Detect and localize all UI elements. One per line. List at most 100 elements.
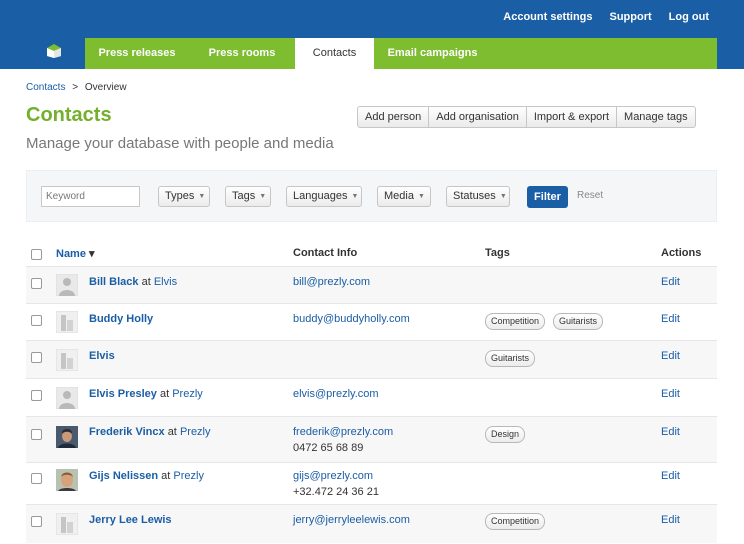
contact-name: Bill Black at Elvis [89,276,177,288]
email-link[interactable]: bill@prezly.com [293,276,370,288]
edit-link[interactable]: Edit [661,470,680,482]
contact-info: jerry@jerryleelewis.com [293,512,410,528]
add-person-button[interactable]: Add person [357,106,430,128]
table-row: Gijs Nelissen at Prezly gijs@prezly.com +… [26,462,717,505]
at-label: at [167,426,177,438]
contact-info: buddy@buddyholly.com [293,311,410,327]
breadcrumb-current: Overview [84,82,127,93]
reset-link[interactable]: Reset [577,190,603,201]
tags-dropdown[interactable]: Tags ▼ [225,186,271,207]
tag-list: Design [485,426,526,443]
organisation-link[interactable]: Prezly [173,470,204,482]
contact-info: frederik@prezly.com 0472 65 68 89 [293,424,393,456]
tag-badge[interactable]: Competition [485,513,546,530]
table-row: Elvis Presley at Prezly elvis@prezly.com… [26,378,717,417]
organisation-avatar-icon [56,349,78,371]
person-avatar-icon [56,387,78,409]
contact-name: Jerry Lee Lewis [89,514,172,526]
email-link[interactable]: buddy@buddyholly.com [293,313,410,325]
edit-link[interactable]: Edit [661,388,680,400]
add-organisation-button[interactable]: Add organisation [428,106,527,128]
prezly-logo-icon[interactable] [47,44,61,58]
tab-contacts[interactable]: Contacts [295,38,374,69]
tag-badge[interactable]: Guitarists [485,350,536,367]
row-checkbox[interactable] [31,315,42,326]
email-link[interactable]: gijs@prezly.com [293,468,379,484]
logout-link[interactable]: Log out [669,11,709,23]
manage-tags-button[interactable]: Manage tags [616,106,696,128]
support-link[interactable]: Support [610,11,652,23]
media-dropdown[interactable]: Media ▼ [377,186,431,207]
edit-link[interactable]: Edit [661,313,680,325]
row-checkbox[interactable] [31,278,42,289]
chevron-down-icon: ▼ [417,193,425,200]
types-dropdown[interactable]: Types ▼ [158,186,210,207]
contact-name-link[interactable]: Jerry Lee Lewis [89,514,172,526]
contact-info: elvis@prezly.com [293,386,379,402]
breadcrumb-contacts-link[interactable]: Contacts [26,82,65,93]
tag-badge[interactable]: Competition [485,313,546,330]
contact-name: Elvis Presley at Prezly [89,388,203,400]
person-avatar-icon [56,274,78,296]
tab-email-campaigns[interactable]: Email campaigns [374,38,491,69]
contact-name-link[interactable]: Gijs Nelissen [89,470,158,482]
contact-name: Frederik Vincx at Prezly [89,426,211,438]
edit-link[interactable]: Edit [661,514,680,526]
languages-dropdown[interactable]: Languages ▼ [286,186,362,207]
breadcrumb: Contacts > Overview [26,82,127,93]
at-label: at [141,276,151,288]
row-checkbox[interactable] [31,390,42,401]
at-label: at [161,470,171,482]
top-navigation-bar: Account settings Support Log out Press r… [0,0,744,69]
table-row: Buddy Holly buddy@buddyholly.com Competi… [26,303,717,341]
contact-name-link[interactable]: Elvis [89,350,115,362]
contact-name-link[interactable]: Elvis Presley [89,388,157,400]
row-checkbox[interactable] [31,352,42,363]
import-export-button[interactable]: Import & export [525,106,618,128]
chevron-down-icon: ▼ [351,193,359,200]
table-row: Bill Black at Elvis bill@prezly.com Edit [26,266,717,304]
contact-name-link[interactable]: Bill Black [89,276,139,288]
profile-photo [56,469,78,491]
row-checkbox[interactable] [31,473,42,484]
table-row: Elvis Guitarists Edit [26,340,717,379]
organisation-link[interactable]: Prezly [172,388,203,400]
chevron-down-icon: ▼ [259,193,267,200]
organisation-link[interactable]: Prezly [180,426,211,438]
tag-list: Guitarists [485,350,536,367]
keyword-search-input[interactable] [41,186,140,207]
languages-dropdown-label: Languages [293,190,348,202]
edit-link[interactable]: Edit [661,276,680,288]
contact-info-column-header: Contact Info [293,247,358,259]
edit-link[interactable]: Edit [661,350,680,362]
breadcrumb-separator: > [72,82,79,93]
phone-number: +32.472 24 36 21 [293,486,379,498]
edit-link[interactable]: Edit [661,426,680,438]
row-checkbox[interactable] [31,516,42,527]
email-link[interactable]: jerry@jerryleelewis.com [293,514,410,526]
account-links: Account settings Support Log out [503,11,709,23]
contact-name-link[interactable]: Frederik Vincx [89,426,165,438]
filter-button[interactable]: Filter [527,186,568,208]
contact-name: Elvis [89,350,115,362]
organisation-link[interactable]: Elvis [154,276,177,288]
contact-name-link[interactable]: Buddy Holly [89,313,153,325]
tab-press-rooms[interactable]: Press rooms [189,38,295,69]
filter-bar: Types▼ Tags▼ Languages▼ Media▼ Statuses▼… [26,170,717,222]
chevron-down-icon: ▼ [198,193,206,200]
actions-column-header: Actions [661,247,702,259]
select-all-checkbox[interactable] [31,249,42,260]
statuses-dropdown[interactable]: Statuses ▼ [446,186,510,207]
account-settings-link[interactable]: Account settings [503,11,592,23]
table-header: Name ▾ Contact Info Tags Actions [26,240,717,266]
name-column-header[interactable]: Name ▾ [56,247,95,260]
tab-press-releases[interactable]: Press releases [85,38,189,69]
tag-badge[interactable]: Guitarists [553,313,604,330]
phone-number: 0472 65 68 89 [293,442,364,454]
profile-photo [56,426,78,448]
tag-badge[interactable]: Design [485,426,526,443]
row-checkbox[interactable] [31,429,42,440]
contact-name: Buddy Holly [89,313,153,325]
email-link[interactable]: elvis@prezly.com [293,388,379,400]
email-link[interactable]: frederik@prezly.com [293,424,393,440]
